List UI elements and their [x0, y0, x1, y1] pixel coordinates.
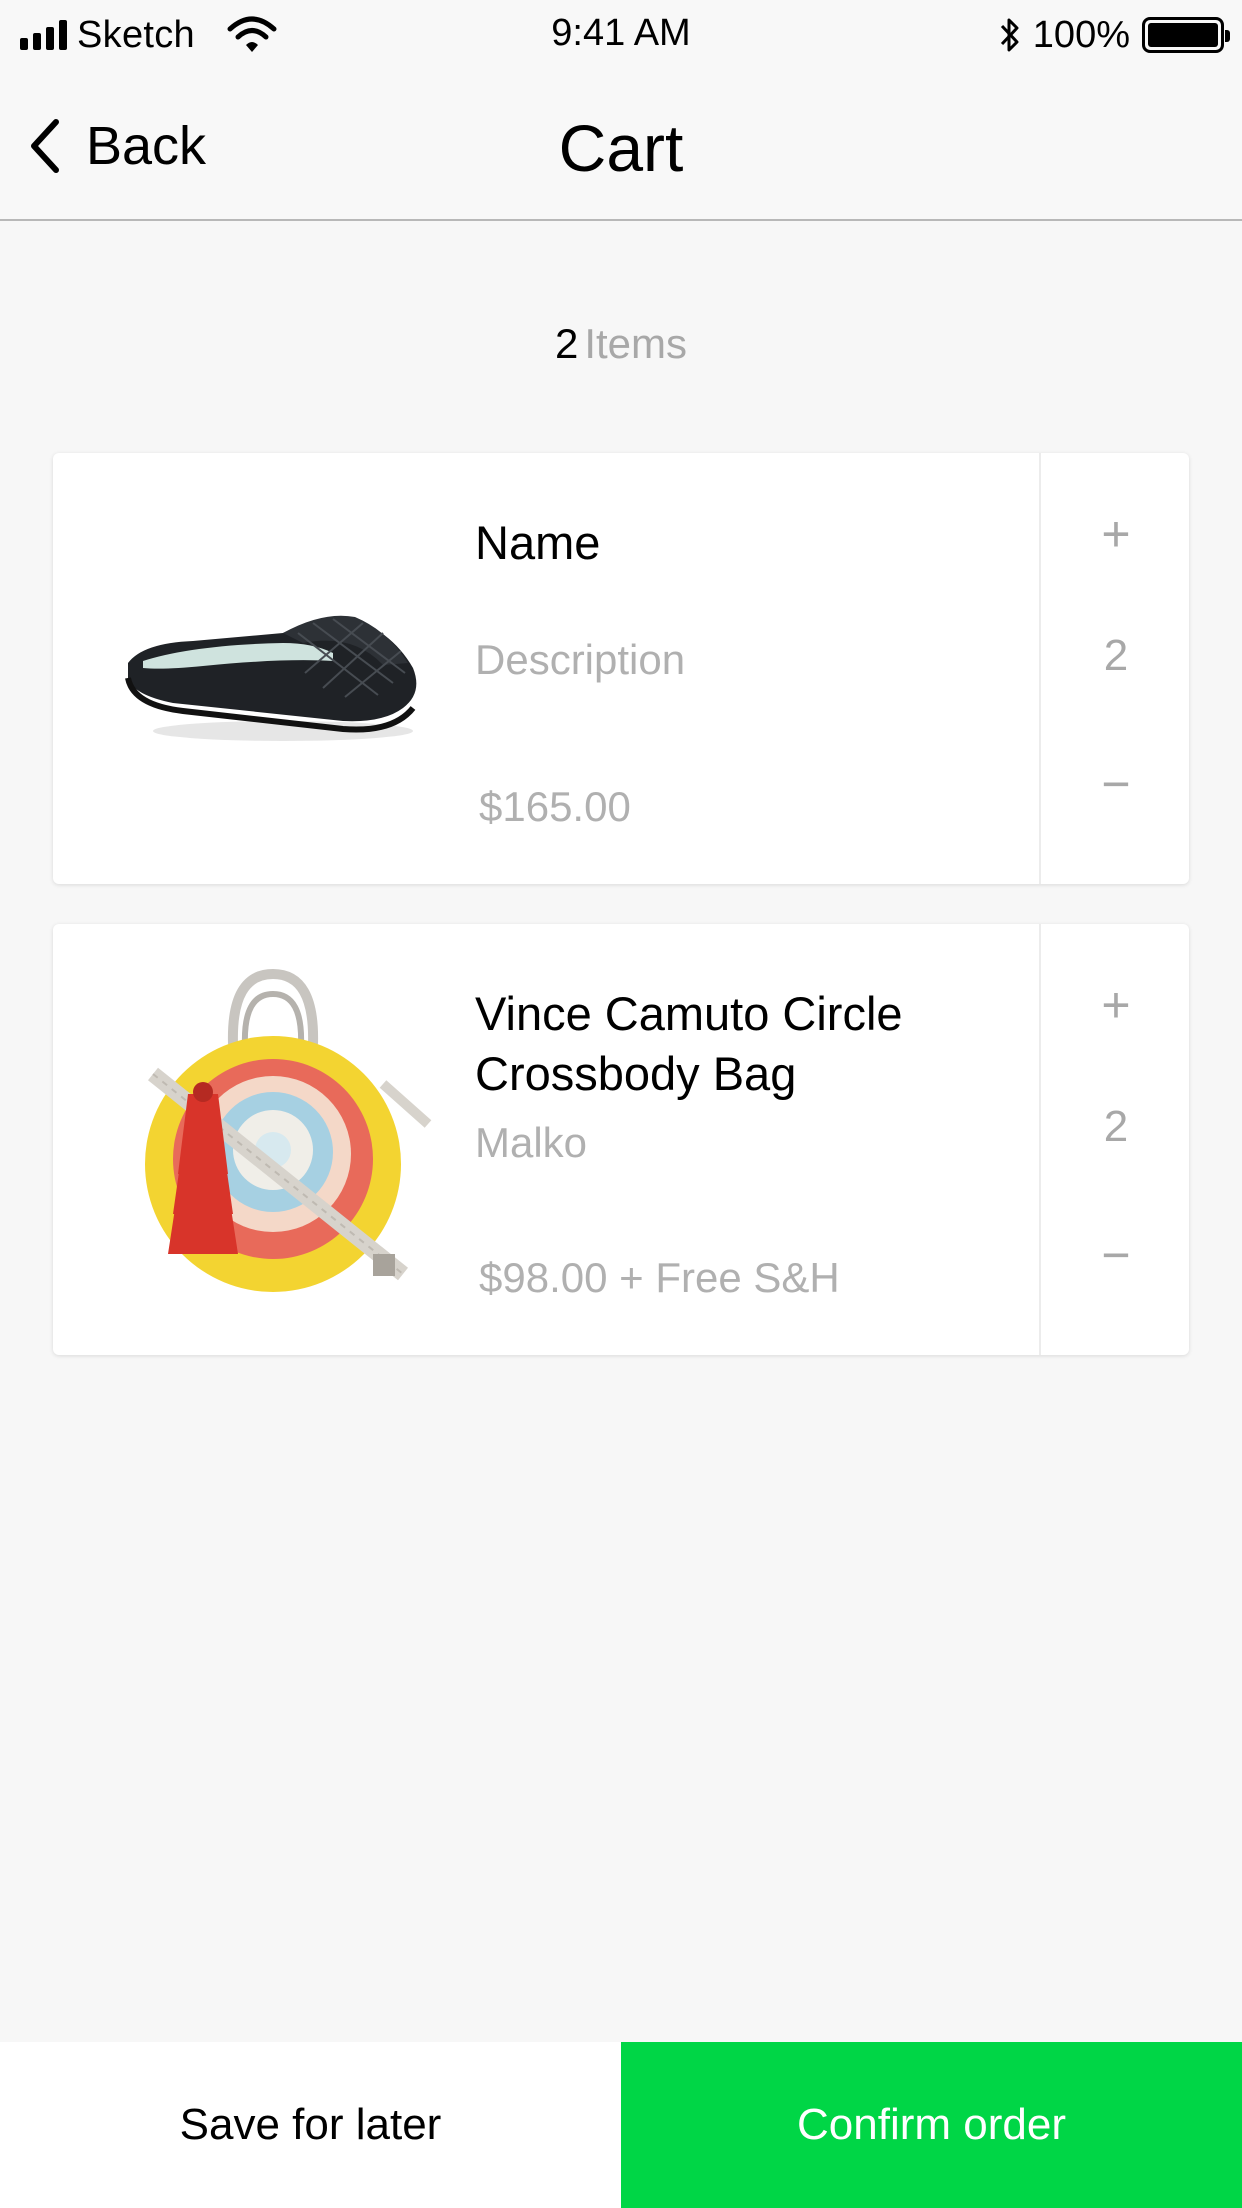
status-bar: Sketch 9:41 AM 100% — [0, 0, 1242, 70]
page-title: Cart — [558, 111, 684, 185]
item-price: $165.00 — [479, 783, 631, 830]
bluetooth-icon — [1000, 18, 1019, 52]
quantity-value: 2 — [1103, 631, 1129, 680]
items-count-label: Items — [584, 320, 688, 367]
increase-quantity-button[interactable]: + — [1041, 505, 1191, 563]
items-count-number: 2 — [554, 320, 579, 367]
cart-item-card: Vince Camuto Circle Crossbody Bag Malko … — [53, 924, 1189, 1355]
item-name: Vince Camuto Circle Crossbody Bag — [475, 987, 903, 1100]
quantity-stepper: + 2 − — [1039, 453, 1189, 884]
items-count: 2 Items — [0, 320, 1242, 368]
circle-crossbody-bag-image — [145, 968, 432, 1292]
item-info: Vince Camuto Circle Crossbody Bag Malko … — [475, 924, 1035, 1355]
cart-item-card: Name Description $165.00 + 2 − — [53, 453, 1189, 884]
item-description: Malko — [475, 1119, 588, 1166]
battery-icon — [1142, 17, 1230, 53]
quantity-stepper: + 2 − — [1039, 924, 1189, 1355]
item-price: $98.00 + Free S&H — [479, 1254, 840, 1301]
decrease-quantity-button[interactable]: − — [1041, 755, 1191, 813]
save-for-later-button[interactable]: Save for later — [0, 2042, 621, 2208]
item-description: Description — [475, 636, 686, 683]
decrease-quantity-button[interactable]: − — [1041, 1226, 1191, 1284]
increase-quantity-button[interactable]: + — [1041, 976, 1191, 1034]
confirm-order-button[interactable]: Confirm order — [621, 2042, 1242, 2208]
bottom-action-bar: Save for later Confirm order — [0, 2042, 1242, 2208]
status-right: 100% — [999, 12, 1230, 58]
loafer-mule-shoe-image — [125, 615, 417, 741]
item-info: Name Description $165.00 — [475, 453, 1035, 884]
battery-percent: 100% — [1032, 13, 1130, 56]
quantity-value: 2 — [1103, 1102, 1129, 1151]
navigation-bar: Back Cart — [0, 70, 1242, 221]
item-name: Name — [475, 516, 601, 569]
